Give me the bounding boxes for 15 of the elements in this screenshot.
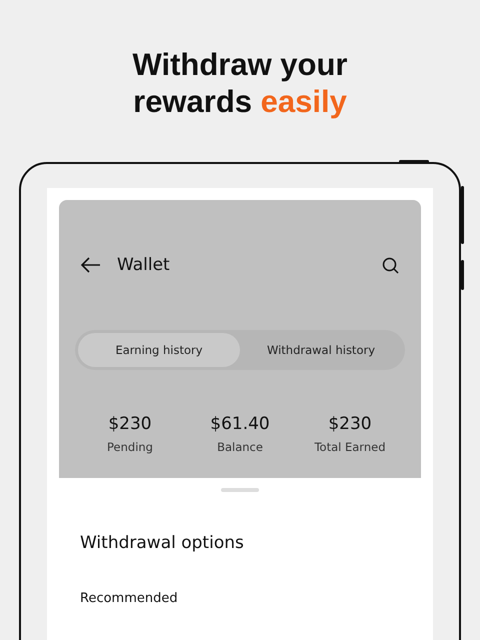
stat-label: Pending bbox=[107, 440, 153, 454]
screen-title: Wallet bbox=[117, 255, 171, 275]
history-tab[interactable]: Earning history bbox=[78, 333, 240, 367]
drag-handle[interactable] bbox=[221, 488, 259, 492]
back-arrow-icon[interactable] bbox=[81, 257, 101, 273]
headline: Withdraw your rewards easily bbox=[131, 46, 348, 120]
sheet-title: Withdrawal options bbox=[80, 533, 245, 553]
stat-value: $230 bbox=[108, 414, 152, 434]
section-label: Recommended bbox=[80, 591, 179, 606]
history-tab[interactable]: Withdrawal history bbox=[240, 333, 402, 367]
stat-label: Total Earned bbox=[314, 440, 386, 454]
search-icon[interactable] bbox=[382, 256, 399, 274]
stat-label: Balance bbox=[217, 440, 263, 454]
stat-value: $230 bbox=[328, 414, 372, 434]
stat-value: $61.40 bbox=[210, 414, 270, 434]
